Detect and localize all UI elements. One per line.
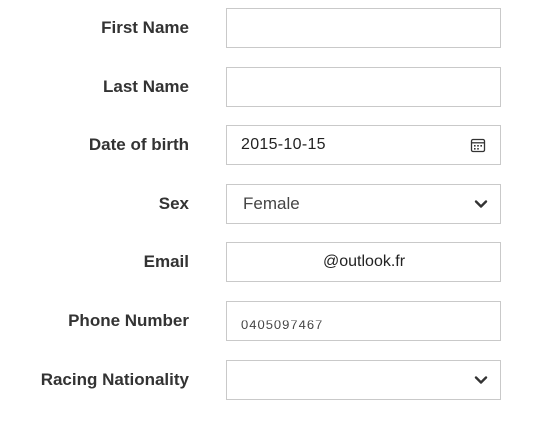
email-row: Email @outlook.fr [0,242,540,282]
last-name-row: Last Name [0,67,540,107]
racing-nationality-select[interactable] [226,360,501,400]
phone-number-label: Phone Number [68,311,189,330]
date-of-birth-row: Date of birth 2015-10-15 [0,125,540,165]
email-value: @outlook.fr [323,253,406,270]
sex-selected-value: Female [243,194,300,213]
sex-select[interactable]: Female [226,184,501,224]
date-of-birth-label: Date of birth [88,135,189,154]
phone-number-input[interactable]: 0405097467 [226,301,501,341]
date-of-birth-value: 2015-10-15 [241,136,326,153]
sex-row: Sex Female [0,184,540,224]
email-input[interactable]: @outlook.fr [226,242,501,282]
chevron-down-icon [474,376,488,384]
racing-nationality-row: Racing Nationality [0,360,540,400]
chevron-down-icon [474,200,488,208]
date-of-birth-input[interactable]: 2015-10-15 [226,125,501,165]
racing-nationality-label: Racing Nationality [40,370,189,389]
sex-label: Sex [158,194,189,213]
email-label: Email [143,252,189,271]
first-name-label: First Name [101,18,189,37]
first-name-row: First Name [0,8,540,48]
last-name-label: Last Name [103,77,189,96]
calendar-icon[interactable] [470,137,486,153]
phone-number-value: 0405097467 [241,317,324,332]
last-name-input[interactable] [226,67,501,107]
phone-number-row: Phone Number 0405097467 [0,301,540,341]
first-name-input[interactable] [226,8,501,48]
